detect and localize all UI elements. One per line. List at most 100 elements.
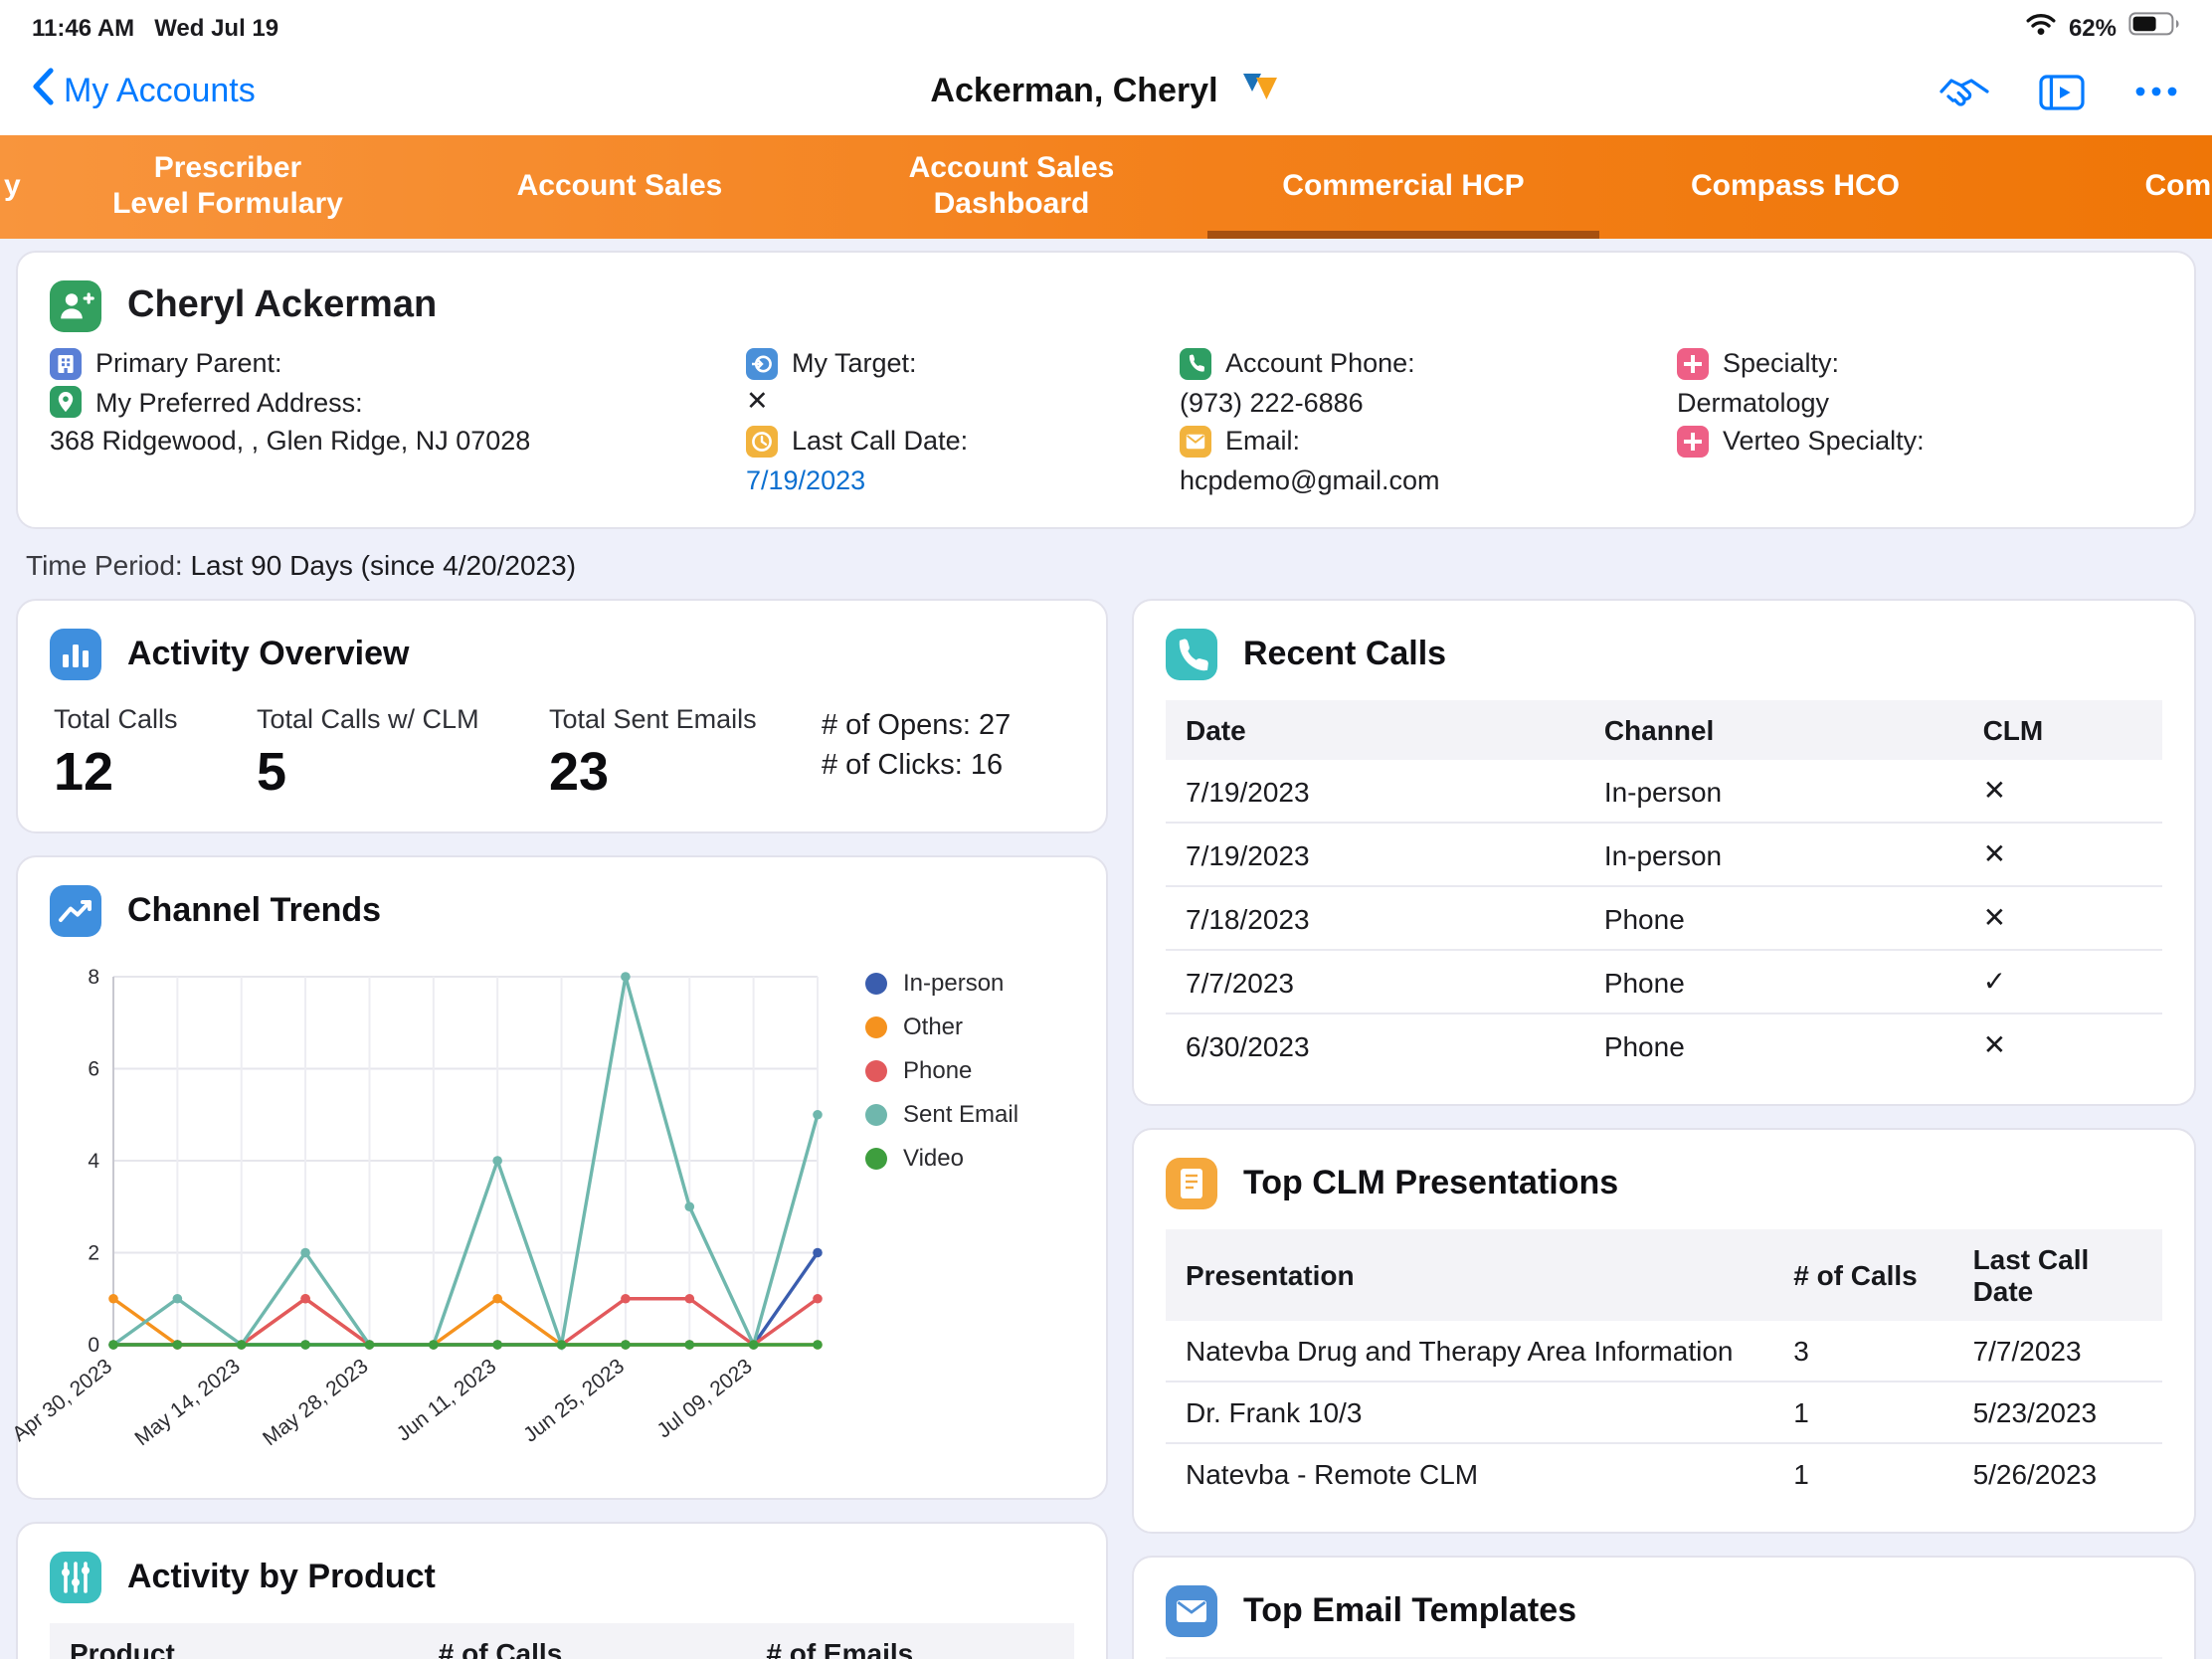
email-label: Email: [1225, 427, 1300, 457]
battery-icon [2128, 12, 2180, 42]
activity-stats: Total Calls 12 Total Calls w/ CLM 5 Tota… [50, 700, 1074, 804]
table-row: Natevba - Remote CLM15/26/2023 [1166, 1443, 2162, 1504]
recent-calls-title: Recent Calls [1243, 635, 1446, 674]
legend-label: Video [903, 1144, 964, 1172]
table-row: Dr. Frank 10/315/23/2023 [1166, 1382, 2162, 1443]
table-row: 7/19/2023In-person✕ [1166, 823, 2162, 886]
legend-dot [865, 1059, 887, 1081]
app-logo-icon [1238, 70, 1282, 113]
page-title: Ackerman, Cheryl [930, 72, 1217, 111]
stat-label: Total Sent Emails [549, 704, 822, 734]
cell-date[interactable]: 7/19/2023 [1166, 823, 1584, 886]
last-call-label: Last Call Date: [792, 427, 968, 457]
location-pin-icon [50, 387, 82, 419]
envelope-icon [1166, 1585, 1217, 1637]
stat-label: Total Calls [54, 704, 257, 734]
address-value: 368 Ridgewood, , Glen Ridge, NJ 07028 [50, 427, 530, 457]
last-call-date-link[interactable]: 7/19/2023 [746, 465, 865, 495]
channel-trends-card: Channel Trends 02468Apr 30, 2023May 14, … [16, 855, 1108, 1500]
legend-item-phone: Phone [865, 1056, 1018, 1084]
tab-account-sales[interactable]: Account Sales [424, 135, 816, 239]
battery-percent: 62% [2069, 13, 2117, 41]
legend-item-sent-email: Sent Email [865, 1100, 1018, 1128]
cell-date[interactable]: 7/7/2023 [1166, 950, 1584, 1014]
stat-value: 12 [54, 742, 257, 804]
time-period-value: Last 90 Days (since 4/20/2023) [190, 549, 576, 581]
legend-label: In-person [903, 969, 1004, 997]
legend-dot [865, 1015, 887, 1037]
cell-clm: ✕ [1963, 760, 2162, 823]
cell-clm: ✕ [1963, 886, 2162, 950]
cell-date[interactable]: 6/30/2023 [1166, 1014, 1584, 1076]
cell-last_call[interactable]: 5/26/2023 [1953, 1443, 2162, 1504]
email-icon [1180, 426, 1211, 458]
handshake-icon[interactable] [1937, 72, 1991, 111]
svg-text:Apr 30, 2023: Apr 30, 2023 [8, 1355, 116, 1446]
cell-calls: 1 [1773, 1382, 1952, 1443]
specialty-label: Specialty: [1723, 349, 1839, 379]
column-header-clm: CLM [1963, 700, 2162, 760]
top-clm-title: Top CLM Presentations [1243, 1164, 1618, 1203]
my-target-label: My Target: [792, 349, 917, 379]
presentation-icon [1166, 1158, 1217, 1209]
cell-last_call[interactable]: 5/23/2023 [1953, 1382, 2162, 1443]
tab-compass-hco[interactable]: Compass HCO [1599, 135, 1991, 239]
column-header-date: Date [1166, 700, 1584, 760]
recent-calls-card: Recent Calls DateChannelCLM7/19/2023In-p… [1132, 599, 2196, 1106]
back-button[interactable]: My Accounts [32, 68, 256, 115]
specialty-value: Dermatology [1677, 388, 1829, 418]
top-email-title: Top Email Templates [1243, 1591, 1576, 1631]
tab-prescriber-level-formulary[interactable]: Prescriber Level Formulary [32, 135, 424, 239]
table-row: 7/19/2023In-person✕ [1166, 760, 2162, 823]
account-name: Cheryl Ackerman [127, 284, 437, 328]
clicks-label: # of Clicks: [822, 750, 963, 782]
media-icon[interactable] [2039, 73, 2085, 110]
email-value: hcpdemo@gmail.com [1180, 465, 1440, 495]
cell-date[interactable]: 7/18/2023 [1166, 886, 1584, 950]
status-time: 11:46 AM [32, 13, 134, 41]
status-bar: 11:46 AM Wed Jul 19 62% [0, 0, 2212, 48]
cell-presentation: Dr. Frank 10/3 [1166, 1382, 1773, 1443]
cell-channel: Phone [1584, 886, 1963, 950]
svg-text:4: 4 [88, 1150, 99, 1173]
tab-commercial-hcp[interactable]: Commercial HCP [1207, 135, 1599, 239]
nav-bar: My Accounts Ackerman, Cheryl [0, 48, 2212, 135]
tab-y[interactable]: y [0, 135, 32, 239]
stat-value: 5 [257, 742, 549, 804]
cell-channel: Phone [1584, 950, 1963, 1014]
specialty-icon [1677, 348, 1709, 380]
table-row: 7/7/2023Phone✓ [1166, 950, 2162, 1014]
cell-channel: In-person [1584, 760, 1963, 823]
time-period: Time Period: Last 90 Days (since 4/20/20… [26, 549, 2192, 581]
activity-overview-card: Activity Overview Total Calls 12 Total C… [16, 599, 1108, 833]
status-date: Wed Jul 19 [154, 13, 278, 41]
legend-item-video: Video [865, 1144, 1018, 1172]
recent-calls-table: DateChannelCLM7/19/2023In-person✕7/19/20… [1166, 700, 2162, 1076]
column-header-last_call: Last Call Date [1953, 1229, 2162, 1321]
cell-date[interactable]: 7/19/2023 [1166, 760, 1584, 823]
svg-text:May 28, 2023: May 28, 2023 [259, 1355, 372, 1450]
svg-text:6: 6 [88, 1058, 99, 1081]
tab-comp[interactable]: Comp [1991, 135, 2212, 239]
verteo-specialty-icon [1677, 426, 1709, 458]
chart-legend: In-personOtherPhoneSent EmailVideo [865, 969, 1018, 1172]
app-screen: 11:46 AM Wed Jul 19 62% My Accounts [0, 0, 2212, 1659]
opens-value: 27 [979, 710, 1011, 742]
call-icon [1166, 629, 1217, 680]
tab-account-sales-dashboard[interactable]: Account Sales Dashboard [816, 135, 1207, 239]
phone-icon [1180, 348, 1211, 380]
account-phone-label: Account Phone: [1225, 349, 1415, 379]
legend-label: Sent Email [903, 1100, 1018, 1128]
activity-by-product-table: Product# of Calls# of Emails [50, 1623, 1074, 1659]
column-header-calls: # of Calls [1773, 1229, 1952, 1321]
cell-calls: 1 [1773, 1443, 1952, 1504]
svg-text:2: 2 [88, 1242, 99, 1265]
cell-presentation: Natevba Drug and Therapy Area Informatio… [1166, 1321, 1773, 1382]
svg-text:Jun 11, 2023: Jun 11, 2023 [393, 1355, 501, 1446]
more-icon[interactable] [2132, 84, 2180, 99]
svg-text:8: 8 [88, 966, 99, 989]
channel-trends-chart: 02468Apr 30, 2023May 14, 2023May 28, 202… [62, 957, 837, 1490]
legend-dot [865, 1103, 887, 1125]
cell-last_call[interactable]: 7/7/2023 [1953, 1321, 2162, 1382]
building-icon [50, 348, 82, 380]
